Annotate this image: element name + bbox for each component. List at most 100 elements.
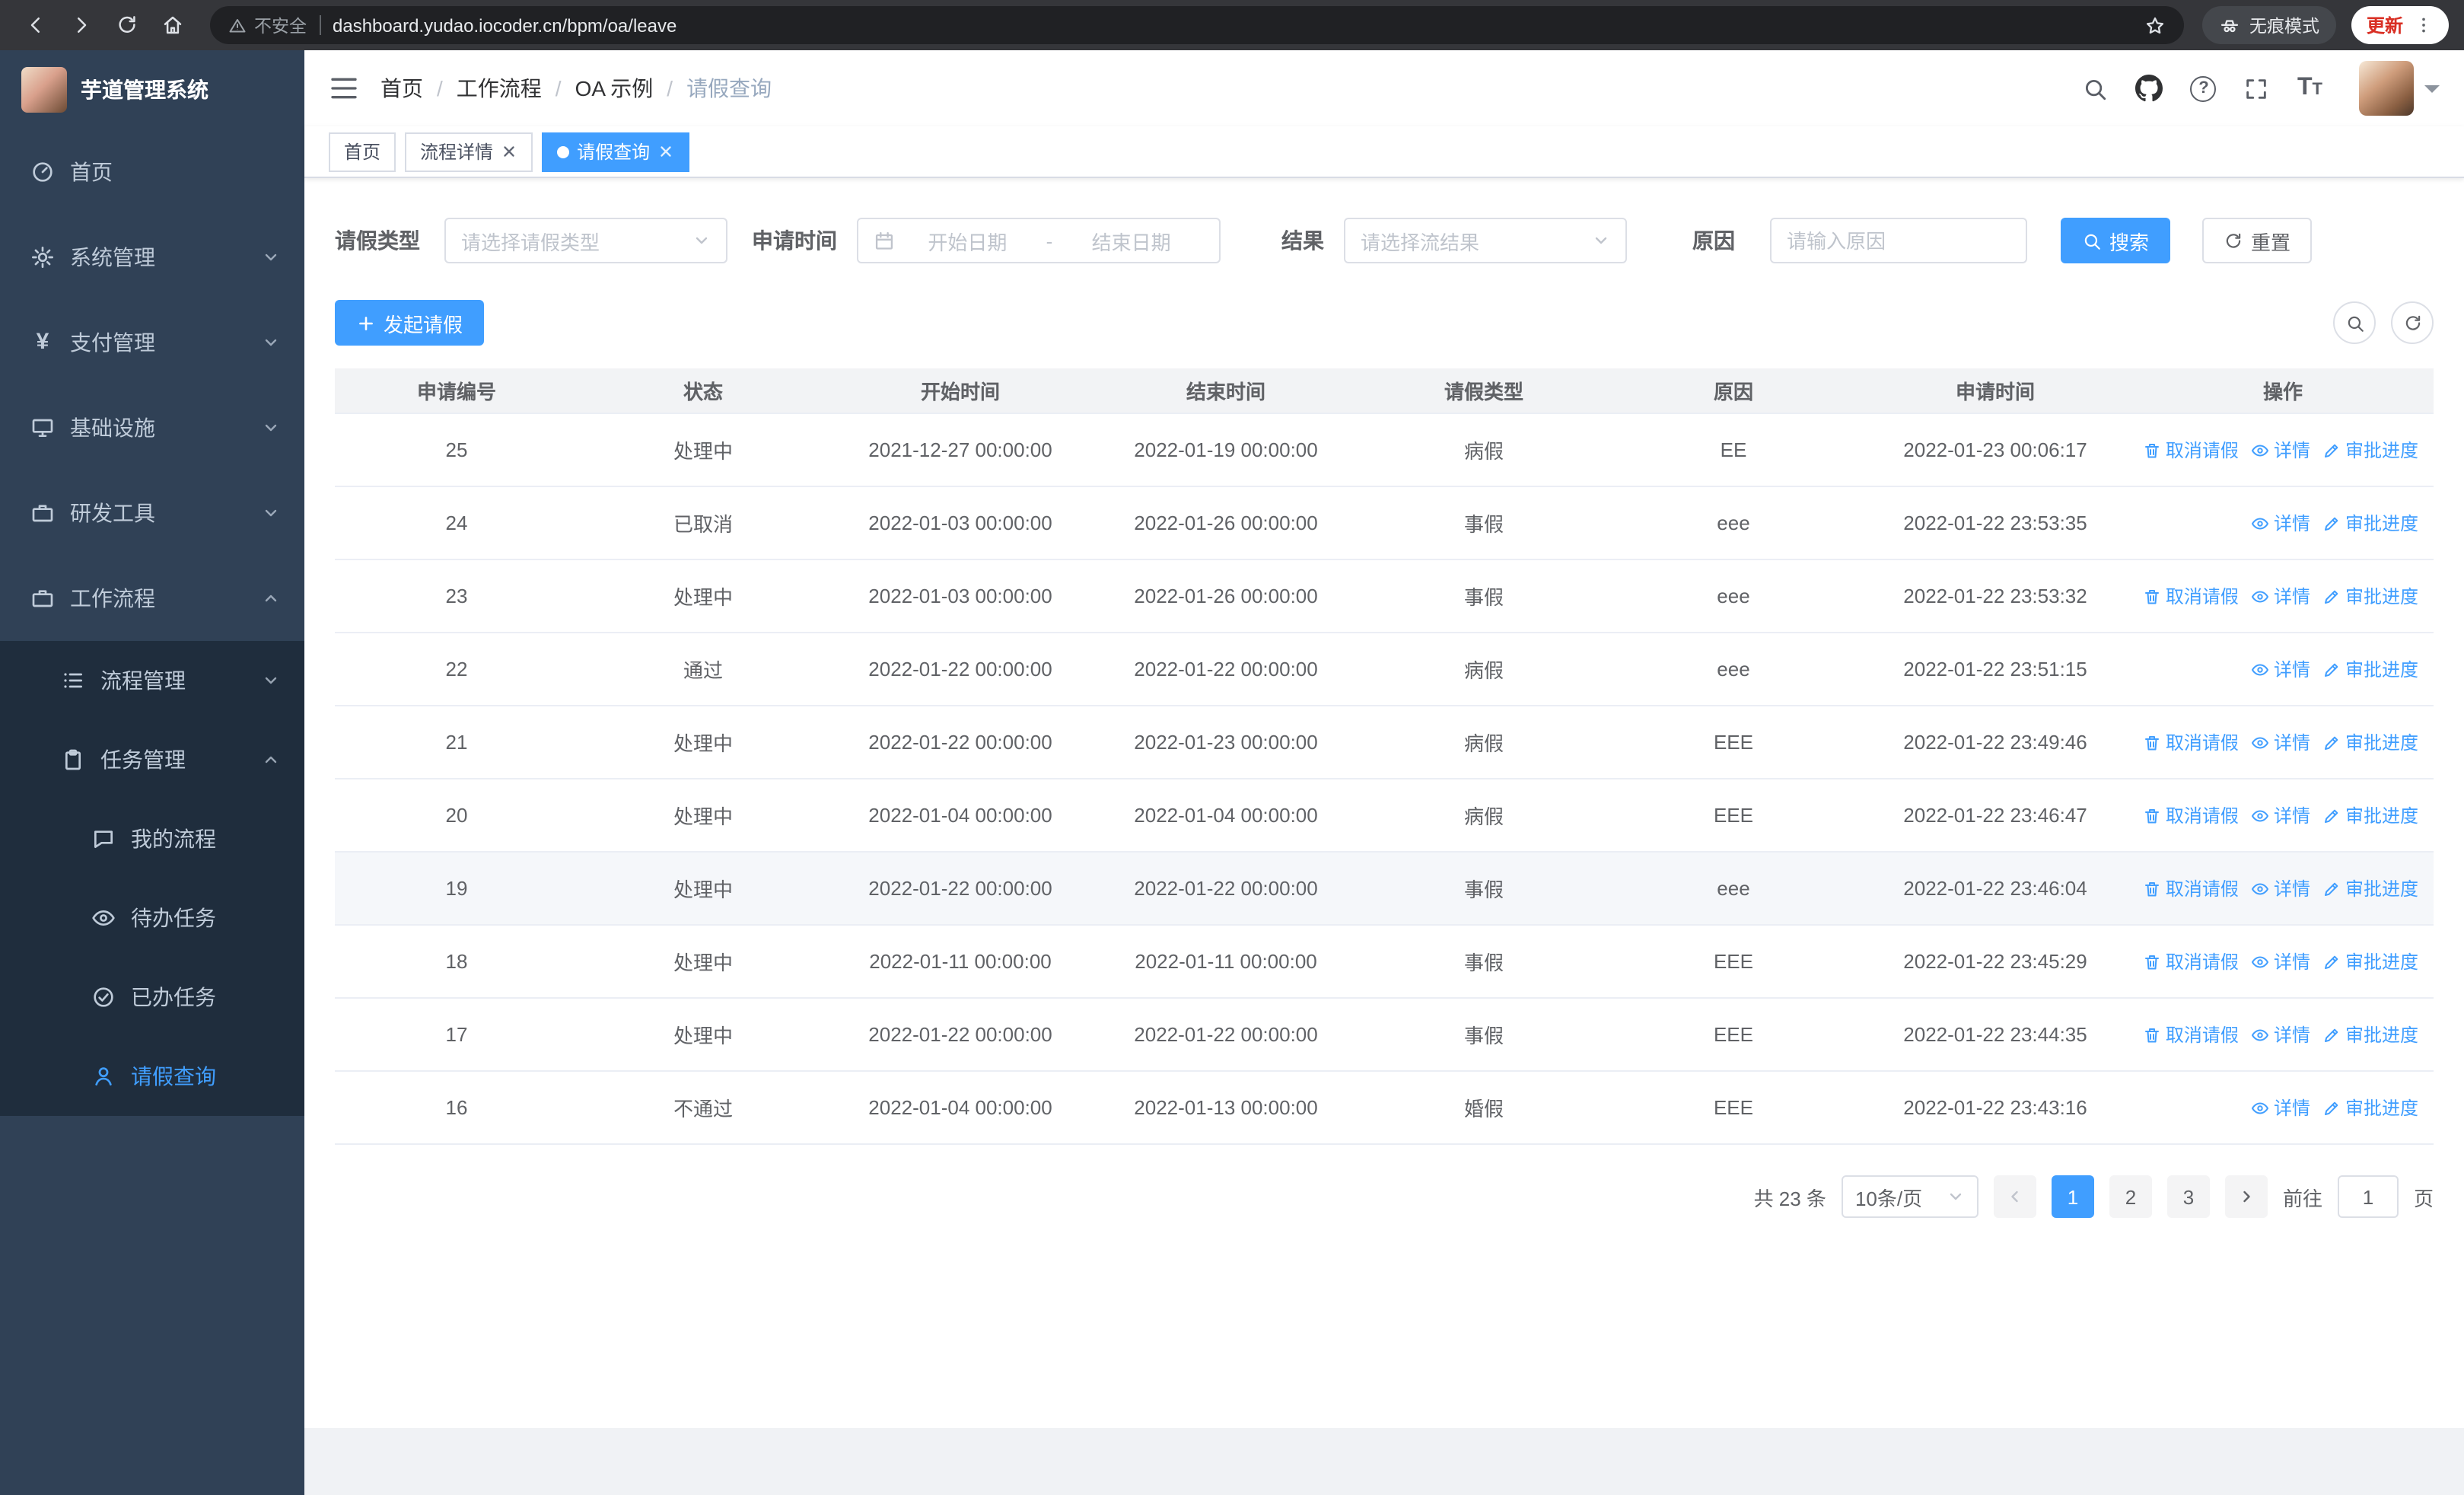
font-size-icon[interactable]: TT	[2297, 75, 2322, 102]
approval-progress-link[interactable]: 审批进度	[2322, 1095, 2418, 1120]
browser-back-button[interactable]	[15, 5, 55, 45]
close-icon[interactable]	[657, 143, 674, 160]
cell-apply-time: 2022-01-22 23:53:32	[1903, 585, 2087, 607]
browser-forward-button[interactable]	[61, 5, 100, 45]
github-icon[interactable]	[2136, 75, 2163, 102]
help-icon[interactable]: ?	[2190, 75, 2217, 101]
search-button[interactable]: 搜索	[2061, 218, 2171, 263]
leave-type-select[interactable]: 请选择请假类型	[444, 218, 727, 263]
sidebar-item-done-tasks[interactable]: 已办任务	[0, 958, 304, 1037]
create-leave-button[interactable]: 发起请假	[335, 300, 485, 346]
next-page-button[interactable]	[2224, 1175, 2268, 1218]
result-select[interactable]: 请选择流结果	[1344, 218, 1627, 263]
sidebar-item-workflow[interactable]: 工作流程	[0, 556, 304, 641]
op-label: 审批进度	[2345, 659, 2418, 681]
approval-progress-link[interactable]: 审批进度	[2322, 875, 2418, 901]
sidebar-item-process-mgmt[interactable]: 流程管理	[0, 641, 304, 720]
user-menu[interactable]	[2359, 61, 2440, 116]
approval-progress-link[interactable]: 审批进度	[2322, 1022, 2418, 1047]
approval-progress-link[interactable]: 审批进度	[2322, 437, 2418, 463]
reason-input[interactable]	[1770, 218, 2027, 263]
page-button-3[interactable]: 3	[2166, 1175, 2210, 1218]
op-label: 取消请假	[2165, 586, 2239, 607]
sidebar-item-my-processes[interactable]: 我的流程	[0, 799, 304, 878]
detail-link[interactable]: 详情	[2251, 583, 2310, 609]
chevron-down-icon	[262, 248, 280, 266]
sidebar-item-leave-query[interactable]: 请假查询	[0, 1037, 304, 1116]
page-size-select[interactable]: 10条/页	[1841, 1175, 1979, 1218]
detail-link[interactable]: 详情	[2251, 948, 2310, 974]
bookmark-star-button[interactable]	[2144, 14, 2166, 36]
approval-progress-link[interactable]: 审批进度	[2322, 583, 2418, 609]
cancel-leave-link[interactable]: 取消请假	[2143, 583, 2239, 609]
breadcrumb: 首页 / 工作流程 / OA 示例 / 请假查询	[380, 73, 772, 104]
detail-link[interactable]: 详情	[2251, 510, 2310, 536]
approval-progress-link[interactable]: 审批进度	[2322, 510, 2418, 536]
fullscreen-icon[interactable]	[2244, 75, 2270, 101]
search-icon[interactable]	[2083, 75, 2109, 101]
edit-icon	[2322, 879, 2341, 897]
approval-progress-link[interactable]: 审批进度	[2322, 656, 2418, 682]
date-range-picker[interactable]: 开始日期 - 结束日期	[857, 218, 1221, 263]
detail-link[interactable]: 详情	[2251, 802, 2310, 828]
cancel-leave-link[interactable]: 取消请假	[2143, 802, 2239, 828]
end-date-placeholder: 结束日期	[1091, 231, 1171, 253]
sidebar-item-system[interactable]: 系统管理	[0, 215, 304, 300]
cell-operations: 取消请假 详情 审批进度	[2132, 875, 2434, 901]
table-row: 24 已取消 2022-01-03 00:00:00 2022-01-26 00…	[335, 487, 2434, 560]
eye-icon	[2251, 806, 2269, 824]
breadcrumb-item[interactable]: OA 示例	[575, 73, 654, 104]
detail-link[interactable]: 详情	[2251, 1095, 2310, 1120]
breadcrumb-item[interactable]: 工作流程	[457, 73, 542, 104]
detail-link[interactable]: 详情	[2251, 1022, 2310, 1047]
approval-progress-link[interactable]: 审批进度	[2322, 948, 2418, 974]
avatar	[2359, 61, 2414, 116]
check-circle-icon	[91, 985, 116, 1009]
cancel-leave-link[interactable]: 取消请假	[2143, 875, 2239, 901]
cell-reason: EEE	[1713, 804, 1753, 827]
detail-link[interactable]: 详情	[2251, 729, 2310, 755]
approval-progress-link[interactable]: 审批进度	[2322, 802, 2418, 828]
chat-icon	[91, 827, 116, 851]
sidebar-item-todo-tasks[interactable]: 待办任务	[0, 878, 304, 958]
reset-button[interactable]: 重置	[2202, 218, 2313, 263]
sidebar-item-task-mgmt[interactable]: 任务管理	[0, 720, 304, 799]
goto-page-input[interactable]	[2337, 1175, 2399, 1218]
cell-reason: EEE	[1713, 1096, 1753, 1119]
browser-update-menu-button[interactable]: 更新	[2351, 6, 2449, 44]
sidebar-toggle-icon[interactable]	[329, 73, 359, 104]
sidebar-item-infra[interactable]: 基础设施	[0, 385, 304, 470]
browser-home-button[interactable]	[152, 5, 192, 45]
sidebar-item-payment[interactable]: ¥ 支付管理	[0, 300, 304, 385]
caret-down-icon	[2424, 85, 2440, 100]
detail-link[interactable]: 详情	[2251, 437, 2310, 463]
tab-leave-query[interactable]: 请假查询	[542, 132, 690, 171]
breadcrumb-item[interactable]: 首页	[380, 73, 423, 104]
cancel-leave-link[interactable]: 取消请假	[2143, 948, 2239, 974]
browser-reload-button[interactable]	[107, 5, 146, 45]
page-button-2[interactable]: 2	[2109, 1175, 2152, 1218]
filter-form: 请假类型 请选择请假类型 申请时间 开始日期 - 结束日期 结果 请选择流结果 …	[335, 218, 2434, 263]
tab-process-detail[interactable]: 流程详情	[405, 132, 533, 171]
cancel-leave-link[interactable]: 取消请假	[2143, 1022, 2239, 1047]
op-label: 取消请假	[2165, 1025, 2239, 1046]
cell-status: 处理中	[673, 952, 733, 974]
chevron-up-icon	[262, 751, 280, 769]
cell-end-time: 2022-01-23 00:00:00	[1134, 731, 1318, 754]
address-bar[interactable]: 不安全 dashboard.yudao.iocoder.cn/bpm/oa/le…	[210, 6, 2184, 44]
table-row: 17 处理中 2022-01-22 00:00:00 2022-01-22 00…	[335, 999, 2434, 1072]
tab-home[interactable]: 首页	[329, 132, 396, 171]
detail-link[interactable]: 详情	[2251, 656, 2310, 682]
refresh-table-button[interactable]	[2391, 301, 2434, 344]
security-indicator[interactable]: 不安全	[228, 13, 307, 37]
page-button-1[interactable]: 1	[2051, 1175, 2094, 1218]
detail-link[interactable]: 详情	[2251, 875, 2310, 901]
sidebar-item-home[interactable]: 首页	[0, 129, 304, 215]
sidebar-item-devtools[interactable]: 研发工具	[0, 470, 304, 556]
close-icon[interactable]	[501, 143, 517, 160]
toggle-search-button[interactable]	[2333, 301, 2376, 344]
approval-progress-link[interactable]: 审批进度	[2322, 729, 2418, 755]
prev-page-button[interactable]	[1993, 1175, 2036, 1218]
cancel-leave-link[interactable]: 取消请假	[2143, 437, 2239, 463]
cancel-leave-link[interactable]: 取消请假	[2143, 729, 2239, 755]
